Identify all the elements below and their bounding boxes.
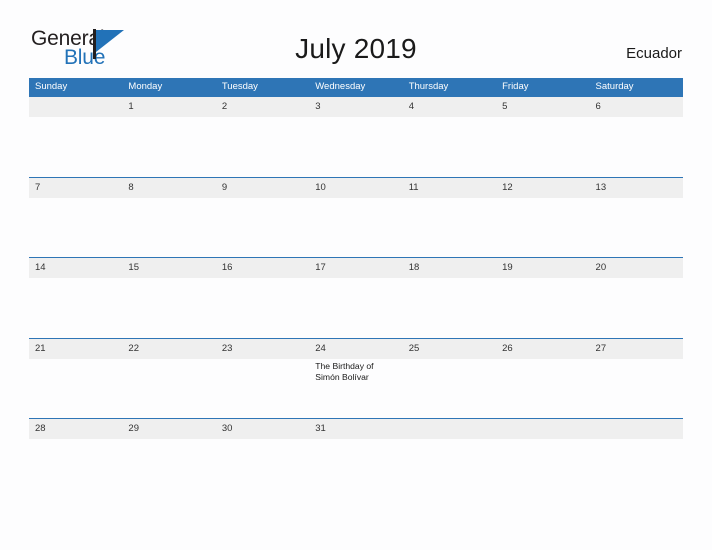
day-number: 22: [128, 342, 139, 354]
weekday-header-tuesday: Tuesday: [221, 81, 258, 92]
day-cell[interactable]: 10: [309, 178, 402, 258]
day-cell[interactable]: 4: [403, 97, 496, 177]
day-number: 3: [315, 101, 321, 112]
day-number: 6: [595, 101, 601, 112]
day-cell[interactable]: 28: [29, 419, 122, 499]
day-number: 14: [35, 262, 46, 273]
day-number: 27: [595, 342, 607, 354]
day-number: 20: [595, 262, 607, 273]
day-cell[interactable]: 11: [403, 178, 496, 258]
day-cell[interactable]: 19: [496, 258, 589, 338]
day-cell[interactable]: 22: [122, 339, 215, 419]
day-cell[interactable]: 26: [496, 339, 589, 419]
day-cell[interactable]: 8: [122, 178, 215, 258]
day-number: 15: [128, 262, 139, 273]
day-cell[interactable]: 7: [29, 178, 122, 258]
day-cell[interactable]: 29: [122, 419, 215, 499]
day-cell[interactable]: [590, 419, 683, 499]
day-cell[interactable]: [403, 419, 496, 499]
day-cell[interactable]: 3: [309, 97, 402, 177]
calendar-page: General Blue July 2019 Ecuador Sunday Mo…: [0, 0, 712, 550]
weekday-header-thursday: Thursday: [408, 81, 449, 92]
page-header: General Blue July 2019 Ecuador: [0, 0, 712, 76]
day-cell[interactable]: [29, 97, 122, 177]
day-cell[interactable]: 30: [216, 419, 309, 499]
weekday-header-friday: Friday: [502, 81, 529, 92]
calendar-week-row: 21 22 23 24 The Birthday of Simón Bolíva…: [29, 337, 683, 419]
day-number: 24: [315, 342, 326, 354]
day-number: 5: [502, 101, 508, 112]
day-cell[interactable]: 2: [216, 97, 309, 177]
day-number: 19: [502, 262, 513, 273]
day-cell[interactable]: 15: [122, 258, 215, 338]
calendar-grid: Sunday Monday Tuesday Wednesday Thursday…: [29, 78, 683, 499]
weekday-header-sunday: Sunday: [35, 81, 68, 92]
day-cell[interactable]: 12: [496, 178, 589, 258]
day-number: 2: [221, 101, 228, 112]
day-cell[interactable]: 13: [590, 178, 683, 258]
day-cell[interactable]: 6: [590, 97, 683, 177]
day-cell[interactable]: 14: [29, 258, 122, 338]
day-cell[interactable]: 24 The Birthday of Simón Bolívar: [309, 339, 402, 419]
day-number: 12: [502, 181, 513, 193]
country-label: Ecuador: [626, 45, 682, 62]
calendar-week-row: 1 2 3 4 5 6: [29, 96, 683, 177]
day-number: 23: [221, 342, 233, 354]
day-number: 26: [502, 342, 513, 354]
day-number: 16: [221, 262, 233, 273]
day-number: 10: [315, 181, 326, 193]
day-cell[interactable]: [496, 419, 589, 499]
day-number: 9: [221, 181, 228, 193]
day-cell[interactable]: 1: [122, 97, 215, 177]
day-event-label: The Birthday of Simón Bolívar: [315, 360, 374, 383]
day-number: 17: [315, 262, 326, 273]
day-cell[interactable]: 27: [590, 339, 683, 419]
day-number: 13: [595, 181, 607, 193]
weekday-header-wednesday: Wednesday: [315, 81, 366, 92]
weekday-header-row: Sunday Monday Tuesday Wednesday Thursday…: [29, 78, 683, 96]
day-cell[interactable]: 18: [403, 258, 496, 338]
day-cell[interactable]: 16: [216, 258, 309, 338]
day-number: 30: [221, 423, 233, 434]
weekday-header-monday: Monday: [128, 81, 163, 92]
day-number: 29: [128, 423, 139, 434]
day-number: 25: [408, 342, 420, 354]
page-title: July 2019: [295, 33, 417, 64]
day-number: 4: [408, 101, 414, 112]
day-number: 31: [315, 423, 326, 434]
day-number: 11: [408, 181, 419, 193]
day-cell[interactable]: 5: [496, 97, 589, 177]
day-cell[interactable]: 17: [309, 258, 402, 338]
calendar-week-row: 7 8 9 10 11 12 13: [29, 176, 683, 258]
day-cell[interactable]: 21: [29, 339, 122, 419]
day-number: 7: [35, 181, 41, 193]
day-cell[interactable]: 31: [309, 419, 402, 499]
day-number: 28: [35, 423, 46, 434]
day-number: 1: [128, 101, 134, 112]
day-number: 18: [408, 262, 420, 273]
day-number: 21: [35, 342, 46, 354]
calendar-week-row: 14 15 16 17 18 19 20: [29, 257, 683, 338]
calendar-week-row: 28 29 30 31: [29, 418, 683, 499]
weekday-header-saturday: Saturday: [595, 81, 634, 92]
day-cell[interactable]: 9: [216, 178, 309, 258]
day-cell[interactable]: 25: [403, 339, 496, 419]
day-cell[interactable]: 20: [590, 258, 683, 338]
day-number: 8: [128, 181, 134, 193]
day-cell[interactable]: 23: [216, 339, 309, 419]
